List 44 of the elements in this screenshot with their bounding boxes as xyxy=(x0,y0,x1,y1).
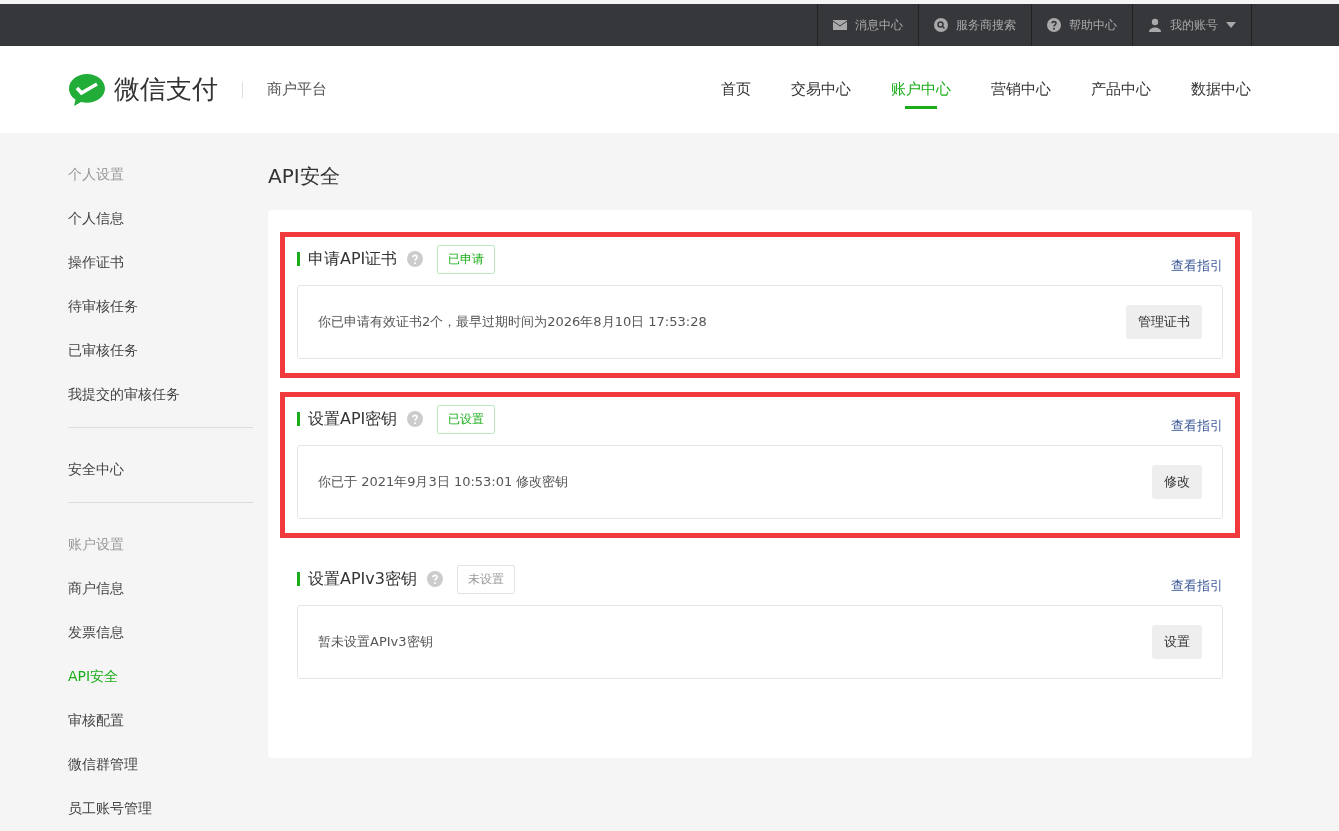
help-icon xyxy=(407,411,424,427)
sidebar-item[interactable]: 个人信息 xyxy=(68,207,253,251)
nav-tab[interactable]: 数据中心 xyxy=(1191,46,1251,133)
status-tag: 已设置 xyxy=(437,404,496,434)
section-title: 设置API密钥 xyxy=(308,408,398,430)
sidebar-item[interactable]: 安全中心 xyxy=(68,458,253,502)
guide-link[interactable]: 查看指引 xyxy=(1171,577,1223,595)
help-icon xyxy=(1047,18,1061,32)
sidebar-item[interactable]: 商户信息 xyxy=(68,577,253,621)
sidebar-item[interactable]: 操作证书 xyxy=(68,251,253,295)
section-title: 申请API证书 xyxy=(308,248,398,270)
page-title: API安全 xyxy=(268,163,341,190)
status-message: 你已申请有效证书2个，最早过期时间为2026年8月10日 17:53:28 xyxy=(318,313,707,331)
status-tag: 已申请 xyxy=(437,244,496,274)
nav-tab[interactable]: 首页 xyxy=(721,46,751,133)
sidebar-item[interactable]: 微信群管理 xyxy=(68,753,253,797)
action-button[interactable]: 设置 xyxy=(1152,625,1202,659)
status-tag: 未设置 xyxy=(456,564,515,594)
nav-tab[interactable]: 交易中心 xyxy=(791,46,851,133)
sidebar-heading: 个人设置 xyxy=(68,165,125,184)
help-icon xyxy=(426,571,443,587)
sidebar-item[interactable]: 我提交的审核任务 xyxy=(68,383,253,427)
nav-tab[interactable]: 产品中心 xyxy=(1091,46,1151,133)
sidebar-item[interactable]: 已审核任务 xyxy=(68,339,253,383)
user-icon xyxy=(1148,18,1162,32)
sidebar-item[interactable]: 审核配置 xyxy=(68,709,253,753)
help-icon xyxy=(407,251,424,267)
nav-tab[interactable]: 营销中心 xyxy=(991,46,1051,133)
guide-link[interactable]: 查看指引 xyxy=(1171,257,1223,275)
section-title: 设置APIv3密钥 xyxy=(308,568,417,590)
sidebar-item[interactable]: 发票信息 xyxy=(68,621,253,665)
sidebar-heading: 账户设置 xyxy=(68,535,125,554)
mail-icon xyxy=(833,20,847,30)
status-message: 你已于 2021年9月3日 10:53:01 修改密钥 xyxy=(318,473,569,491)
sidebar-item[interactable]: 待审核任务 xyxy=(68,295,253,339)
search-icon xyxy=(934,18,948,32)
brand-name: 微信支付 xyxy=(114,73,218,106)
status-message: 暂未设置APIv3密钥 xyxy=(318,633,433,651)
action-button[interactable]: 修改 xyxy=(1152,465,1202,499)
action-button[interactable]: 管理证书 xyxy=(1126,305,1202,339)
logo-icon xyxy=(68,72,106,107)
platform-name: 商户平台 xyxy=(267,80,327,99)
guide-link[interactable]: 查看指引 xyxy=(1171,417,1223,435)
sidebar-item[interactable]: 员工账号管理 xyxy=(68,797,253,831)
